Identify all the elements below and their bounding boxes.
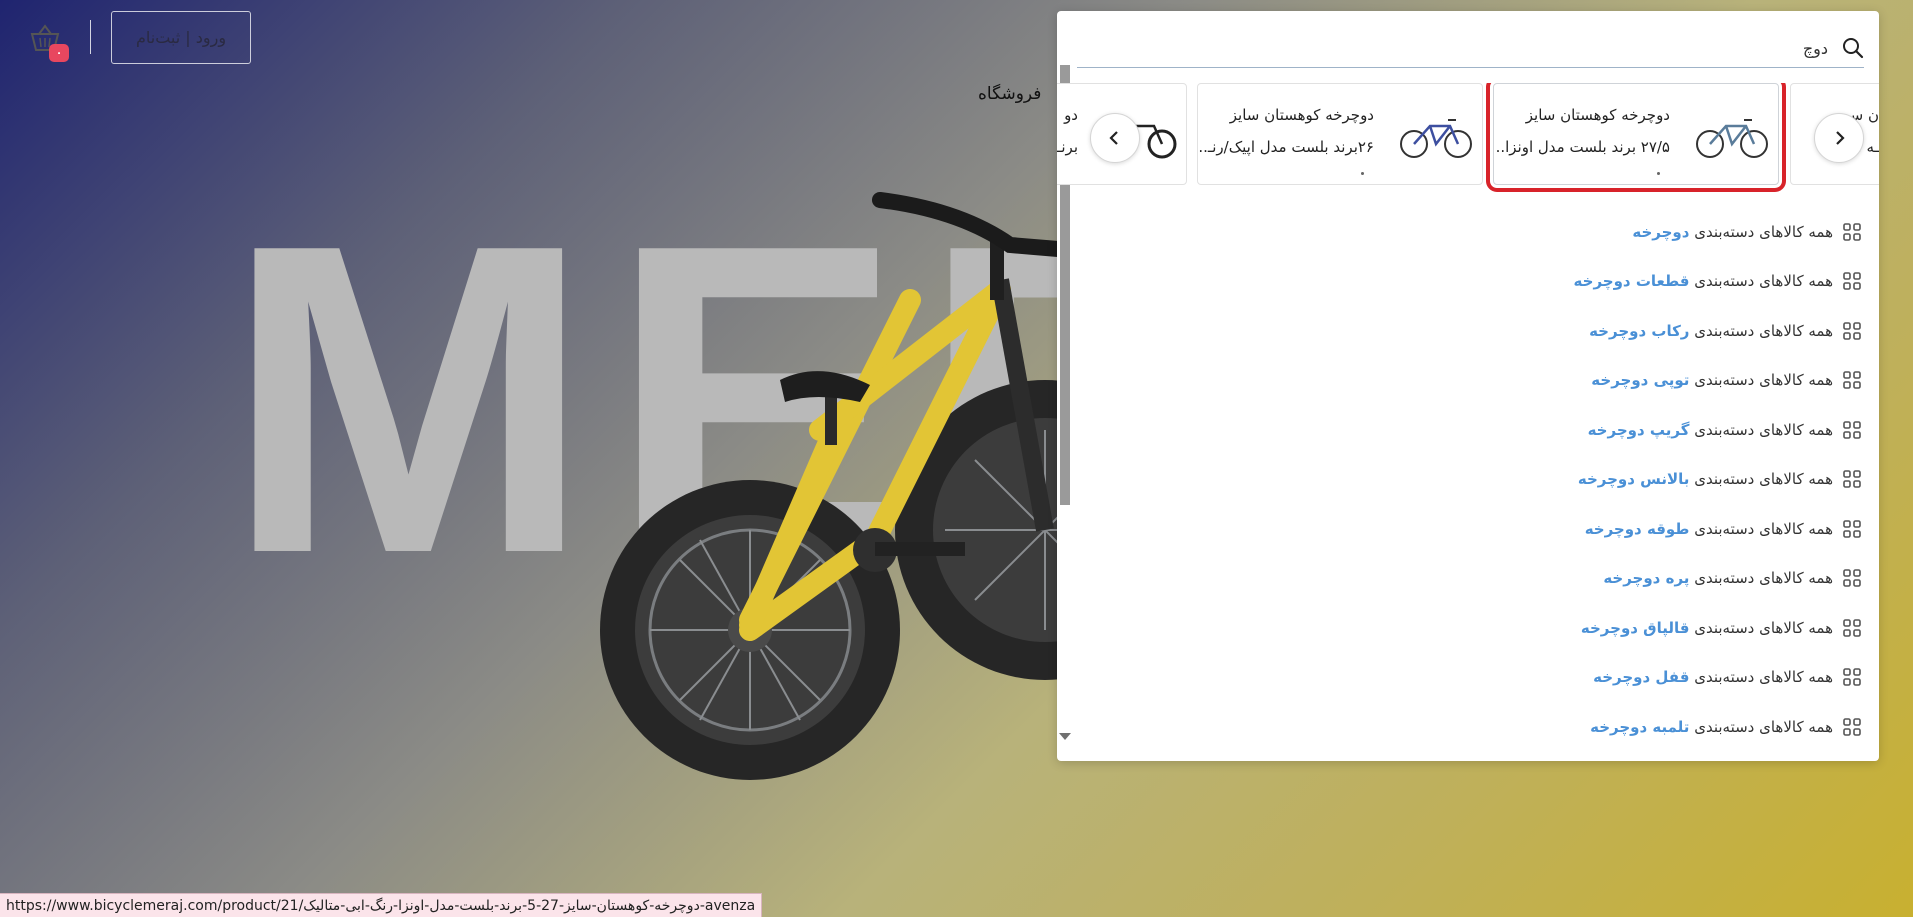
product-card-title: دو <box>1064 106 1078 124</box>
product-card[interactable]: دوچرخه کوهستان سایز ۲۶برند بلست مدل اپیک… <box>1197 83 1483 185</box>
category-prefix: همه کالاهای دسته‌بندی <box>1694 618 1833 637</box>
grid-icon <box>1843 272 1861 291</box>
chevron-left-icon <box>1109 131 1118 145</box>
search-results-panel: ن سـ ـه مـ... دوچرخه کوهستان سایز ۲۷/۵ ب… <box>1057 11 1879 761</box>
card-dot <box>1657 172 1660 175</box>
category-suggestion[interactable]: همه کالاهای دسته‌بندی قفل دوچرخه <box>1101 653 1861 703</box>
product-carousel: ن سـ ـه مـ... دوچرخه کوهستان سایز ۲۷/۵ ب… <box>1057 83 1879 193</box>
category-prefix: همه کالاهای دسته‌بندی <box>1694 717 1833 736</box>
category-suggestion[interactable]: همه کالاهای دسته‌بندی رکاب دوچرخه <box>1101 306 1861 356</box>
product-card-subtitle: ۲۷/۵ برند بلست مدل اونزا... <box>1493 138 1670 156</box>
product-card-title: دوچرخه کوهستان سایز <box>1525 106 1670 124</box>
card-dot <box>1361 172 1364 175</box>
login-register-button[interactable]: ورود | ثبت‌نام <box>111 11 251 64</box>
chevron-right-icon <box>1836 131 1845 145</box>
grid-icon <box>1843 321 1861 340</box>
category-prefix: همه کالاهای دسته‌بندی <box>1694 668 1833 687</box>
category-prefix: همه کالاهای دسته‌بندی <box>1694 222 1833 241</box>
product-thumbnail <box>1400 119 1472 158</box>
category-prefix: همه کالاهای دسته‌بندی <box>1694 470 1833 489</box>
carousel-prev-button[interactable] <box>1090 113 1140 163</box>
product-card-subtitle: برنـ <box>1057 138 1078 156</box>
search-bar <box>1077 23 1864 68</box>
category-prefix: همه کالاهای دسته‌بندی <box>1694 420 1833 439</box>
hero-bike-image <box>600 192 1100 780</box>
category-prefix: همه کالاهای دسته‌بندی <box>1694 569 1833 588</box>
grid-icon <box>1843 618 1861 637</box>
status-bar-url: https://www.bicyclemeraj.com/product/21/… <box>0 893 763 917</box>
search-input[interactable] <box>1077 33 1830 63</box>
category-suggestion[interactable]: همه کالاهای دسته‌بندی بالانس دوچرخه <box>1101 455 1861 505</box>
category-suggestion[interactable]: همه کالاهای دسته‌بندی دوچرخه <box>1101 207 1861 257</box>
grid-icon <box>1843 470 1861 489</box>
category-prefix: همه کالاهای دسته‌بندی <box>1694 371 1833 390</box>
nav-item-shop[interactable]: فروشگاه <box>978 84 1041 104</box>
category-suggestion[interactable]: همه کالاهای دسته‌بندی طوقه دوچرخه <box>1101 504 1861 554</box>
category-term: قطعات دوچرخه <box>1573 272 1690 291</box>
category-suggestion[interactable]: همه کالاهای دسته‌بندی تلمبه دوچرخه <box>1101 702 1861 752</box>
category-term: گریپ دوچرخه <box>1587 420 1690 439</box>
search-icon[interactable] <box>1842 37 1864 59</box>
product-card-active[interactable]: دوچرخه کوهستان سایز ۲۷/۵ برند بلست مدل ا… <box>1486 83 1786 192</box>
category-prefix: همه کالاهای دسته‌بندی <box>1694 519 1833 538</box>
category-suggestion[interactable]: همه کالاهای دسته‌بندی توپی دوچرخه <box>1101 356 1861 406</box>
category-term: تلمبه دوچرخه <box>1590 717 1690 736</box>
grid-icon <box>1843 519 1861 538</box>
category-suggestion[interactable]: همه کالاهای دسته‌بندی پره دوچرخه <box>1101 554 1861 604</box>
product-card-title: دوچرخه کوهستان سایز <box>1229 106 1374 124</box>
grid-icon <box>1843 420 1861 439</box>
grid-icon <box>1843 371 1861 390</box>
scroll-down-arrow-icon[interactable] <box>1059 733 1071 740</box>
product-card-subtitle: ۲۶برند بلست مدل اپیک/رنـ... <box>1197 138 1374 156</box>
header-divider <box>90 20 91 54</box>
category-term: توپی دوچرخه <box>1591 371 1690 390</box>
category-prefix: همه کالاهای دسته‌بندی <box>1694 321 1833 340</box>
grid-icon <box>1843 222 1861 241</box>
carousel-next-button[interactable] <box>1814 113 1864 163</box>
category-term: رکاب دوچرخه <box>1589 321 1690 340</box>
product-thumbnail <box>1696 119 1768 158</box>
grid-icon <box>1843 668 1861 687</box>
cart-count-badge: ۰ <box>49 44 69 62</box>
grid-icon <box>1843 569 1861 588</box>
category-term: دوچرخه <box>1632 222 1690 241</box>
grid-icon <box>1843 717 1861 736</box>
category-suggestion[interactable]: همه کالاهای دسته‌بندی قطعات دوچرخه <box>1101 257 1861 307</box>
category-term: قالپاق دوچرخه <box>1580 618 1690 637</box>
category-suggestion[interactable]: همه کالاهای دسته‌بندی قالپاق دوچرخه <box>1101 603 1861 653</box>
category-prefix: همه کالاهای دسته‌بندی <box>1694 272 1833 291</box>
category-term: بالانس دوچرخه <box>1577 470 1690 489</box>
category-term: پره دوچرخه <box>1603 569 1690 588</box>
category-term: طوقه دوچرخه <box>1584 519 1690 538</box>
category-suggestion[interactable]: همه کالاهای دسته‌بندی گریپ دوچرخه <box>1101 405 1861 455</box>
category-term: قفل دوچرخه <box>1593 668 1690 687</box>
category-suggestion-list: همه کالاهای دسته‌بندی دوچرخه همه کالاهای… <box>1101 207 1861 752</box>
